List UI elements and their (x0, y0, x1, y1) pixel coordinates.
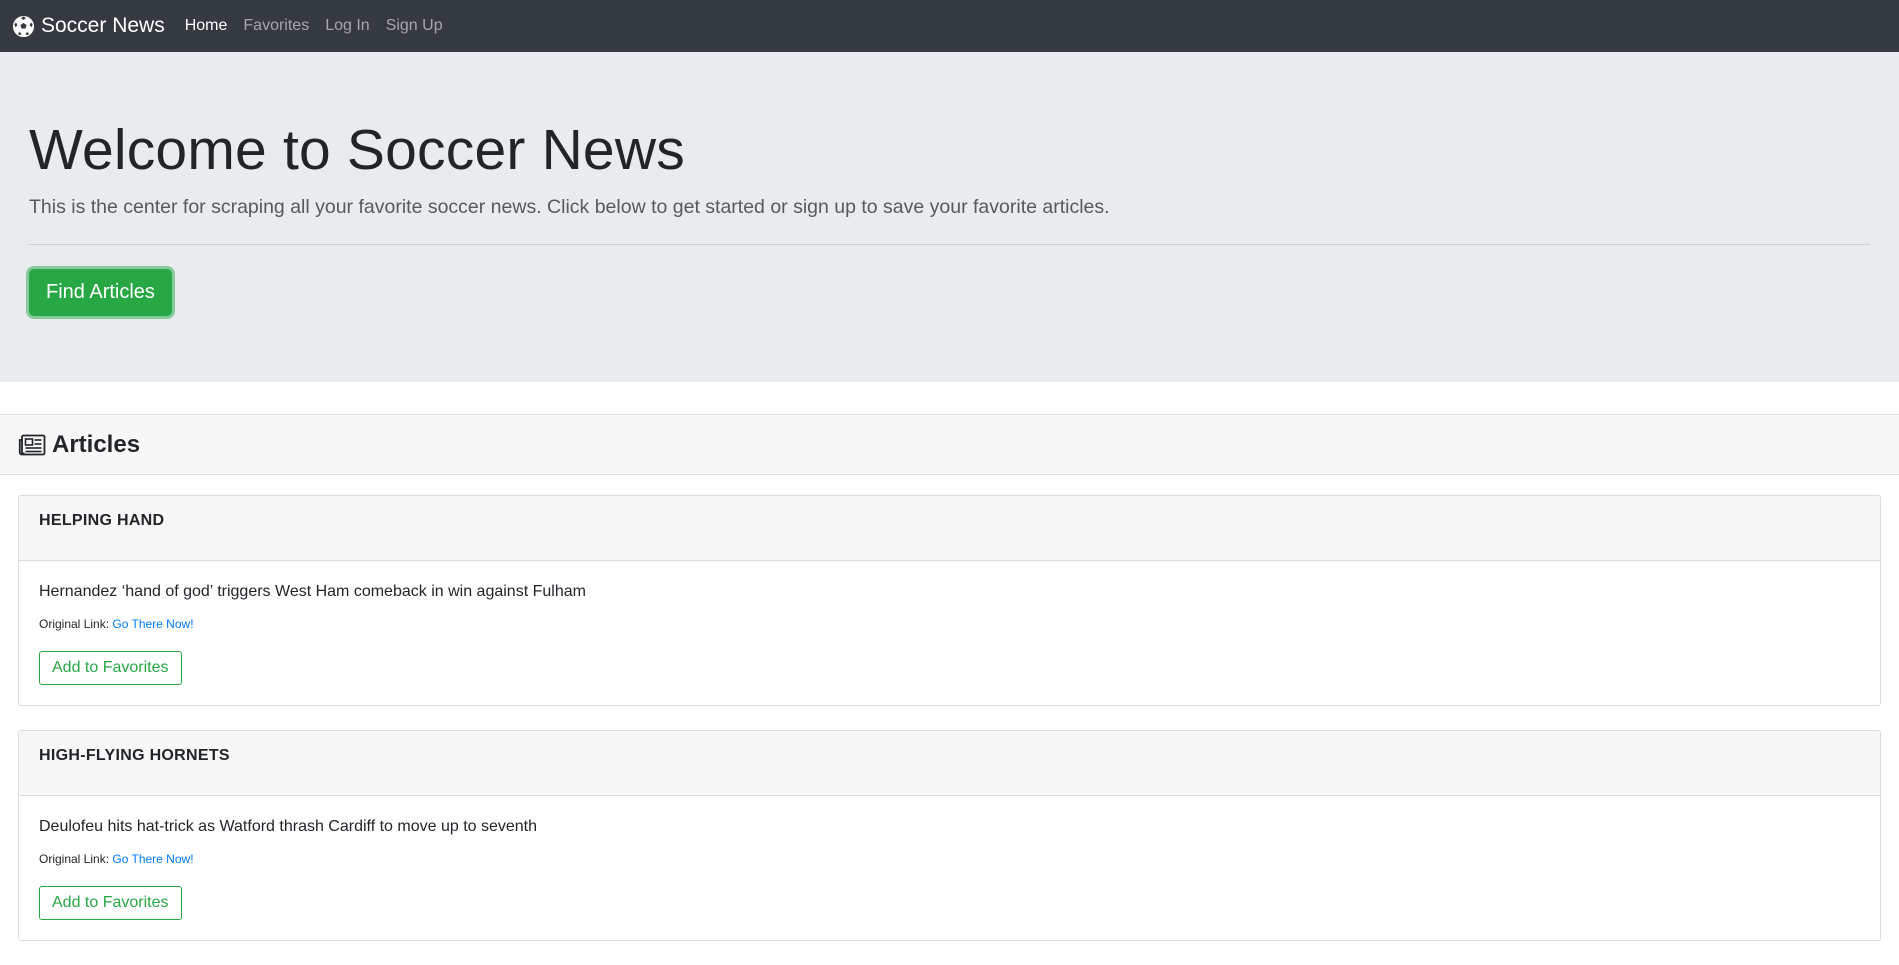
go-there-now-link[interactable]: Go There Now! (112, 852, 193, 866)
nav-home[interactable]: Home (177, 17, 236, 35)
nav-login[interactable]: Log In (317, 17, 377, 35)
article-body: Deulofeu hits hat-trick as Watford thras… (19, 796, 1880, 940)
brand-label: Soccer News (41, 14, 165, 37)
article-original-link-line: Original Link: Go There Now! (39, 852, 1860, 866)
newspaper-icon (18, 434, 46, 456)
article-summary: Hernandez ‘hand of god’ triggers West Ha… (39, 583, 586, 600)
articles-header: Articles (0, 414, 1899, 475)
hero-title: Welcome to Soccer News (29, 118, 685, 182)
article-headline: HELPING HAND (19, 496, 1880, 561)
find-articles-button[interactable]: Find Articles (29, 269, 172, 317)
add-to-favorites-button[interactable]: Add to Favorites (39, 886, 182, 920)
article-body: Hernandez ‘hand of god’ triggers West Ha… (19, 561, 1880, 705)
add-to-favorites-button[interactable]: Add to Favorites (39, 651, 182, 685)
original-link-label: Original Link: (39, 617, 110, 631)
hero-section: Welcome to Soccer News This is the cente… (0, 52, 1899, 382)
article-original-link-line: Original Link: Go There Now! (39, 617, 1860, 631)
article-headline: HIGH-FLYING HORNETS (19, 731, 1880, 796)
top-navbar: Soccer News Home Favorites Log In Sign U… (0, 0, 1899, 52)
nav-favorites[interactable]: Favorites (235, 17, 317, 35)
articles-heading: Articles (52, 430, 141, 458)
nav-signup[interactable]: Sign Up (378, 17, 451, 35)
article-card: HIGH-FLYING HORNETS Deulofeu hits hat-tr… (18, 730, 1881, 941)
article-card: HELPING HAND Hernandez ‘hand of god’ tri… (18, 495, 1881, 706)
original-link-label: Original Link: (39, 852, 110, 866)
article-summary: Deulofeu hits hat-trick as Watford thras… (39, 818, 538, 835)
brand-link[interactable]: Soccer News (12, 14, 165, 38)
hero-divider (29, 244, 1870, 246)
soccer-ball-icon (12, 15, 35, 38)
hero-lead: This is the center for scraping all your… (29, 196, 1110, 219)
go-there-now-link[interactable]: Go There Now! (112, 617, 193, 631)
